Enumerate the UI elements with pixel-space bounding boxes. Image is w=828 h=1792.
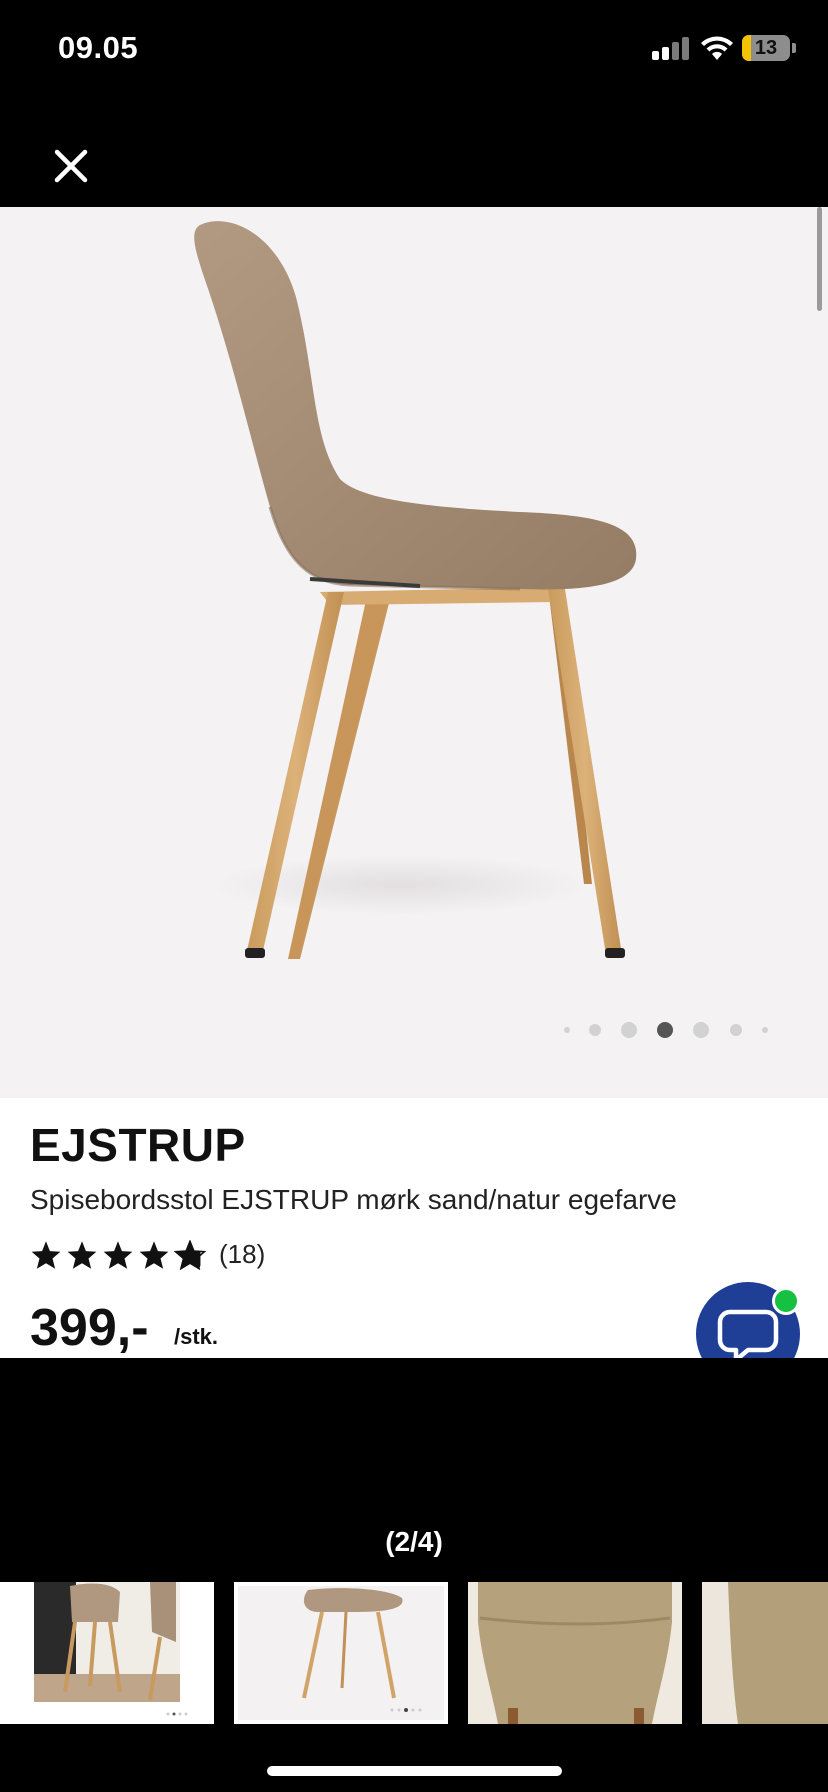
star-icon xyxy=(67,1241,97,1269)
carousel-dot[interactable] xyxy=(730,1024,742,1036)
wifi-icon xyxy=(701,36,733,60)
star-icon xyxy=(31,1241,61,1269)
carousel-dot[interactable] xyxy=(762,1027,768,1033)
price-unit: /stk. xyxy=(174,1324,219,1349)
carousel-dot[interactable] xyxy=(693,1022,709,1038)
gallery-counter: (2/4) xyxy=(385,1526,443,1557)
battery-icon: 13 xyxy=(742,35,790,61)
product-image[interactable] xyxy=(0,207,828,1098)
thumbnail-image xyxy=(468,1582,682,1724)
product-info: EJSTRUP Spisebordsstol EJSTRUP mørk sand… xyxy=(0,1098,828,1358)
close-icon[interactable] xyxy=(50,145,92,187)
star-icon xyxy=(103,1241,133,1269)
star-icon xyxy=(139,1241,169,1269)
carousel-dot[interactable] xyxy=(621,1022,637,1038)
status-time: 09.05 xyxy=(58,30,139,65)
thumbnail-image xyxy=(238,1586,444,1720)
thumbnail-image xyxy=(702,1582,828,1724)
thumbnail-seat-close-up[interactable] xyxy=(468,1582,682,1724)
carousel-dot[interactable] xyxy=(589,1024,601,1036)
status-bar: 09.05 13 xyxy=(0,0,828,100)
review-count[interactable]: (18) xyxy=(219,1239,265,1270)
thumbnail-chair-side-view[interactable] xyxy=(234,1582,448,1724)
product-price: 399,- xyxy=(30,1299,149,1357)
online-indicator xyxy=(772,1287,800,1315)
thumbnail-strip[interactable] xyxy=(0,1582,828,1724)
product-description: Spisebordsstol EJSTRUP mørk sand/natur e… xyxy=(30,1184,677,1215)
scrollbar[interactable] xyxy=(817,207,822,311)
chair-image xyxy=(194,221,637,959)
star-half-icon xyxy=(174,1240,206,1270)
signal-icon xyxy=(652,36,692,60)
carousel-dots[interactable] xyxy=(0,1021,828,1041)
thumbnail-chair-in-room[interactable] xyxy=(0,1582,214,1724)
battery-level: 13 xyxy=(754,37,778,59)
battery-tip xyxy=(792,43,796,53)
home-indicator[interactable] xyxy=(267,1766,562,1776)
carousel-dot-active[interactable] xyxy=(657,1022,673,1038)
carousel-dot[interactable] xyxy=(564,1027,570,1033)
thumbnail-seat-close-up-2[interactable] xyxy=(702,1582,828,1724)
thumbnail-image xyxy=(34,1582,188,1716)
product-brand: EJSTRUP xyxy=(30,1119,246,1171)
